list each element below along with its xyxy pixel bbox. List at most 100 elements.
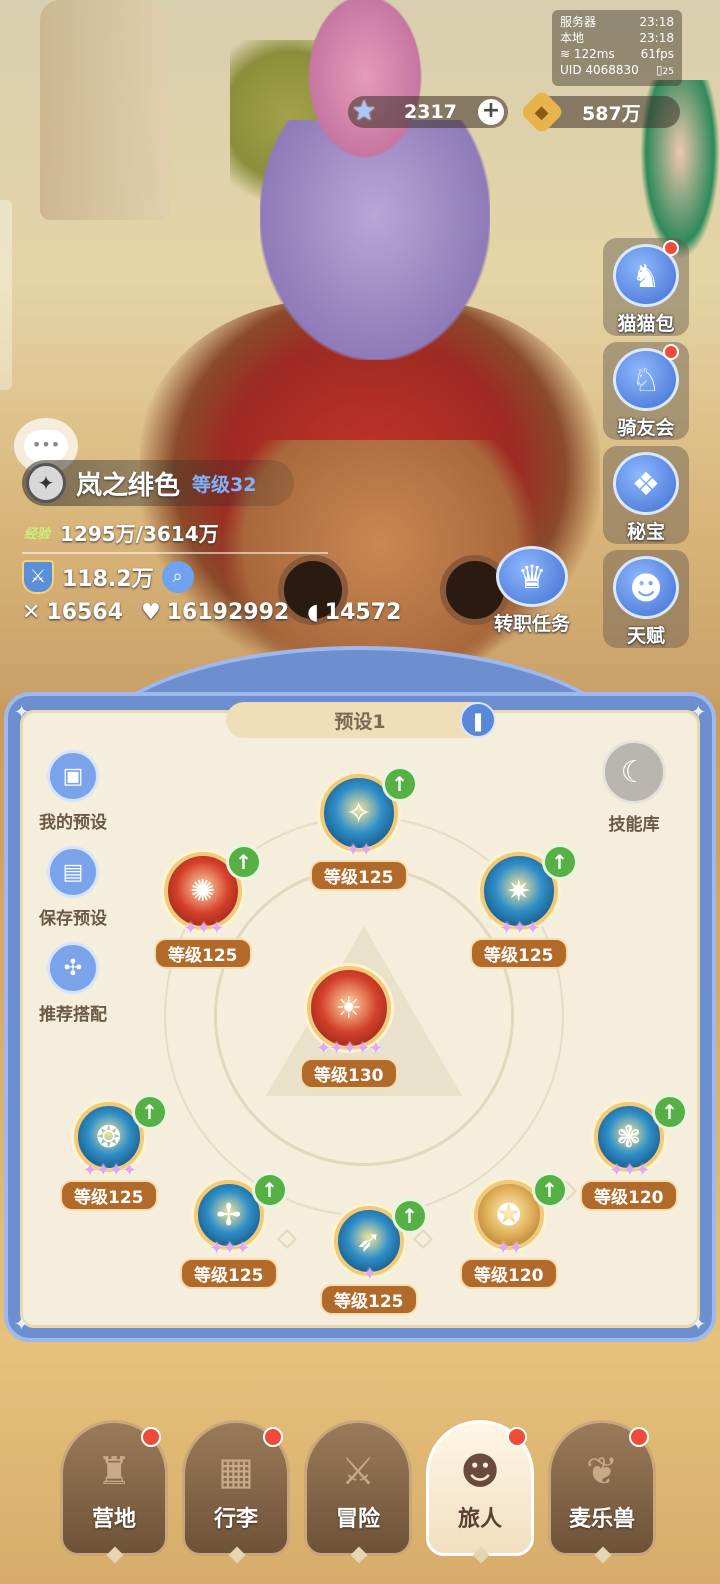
crossed-swords-icon: ⚔ bbox=[340, 1449, 376, 1493]
skill-stars: ✦✦✦ bbox=[209, 1238, 250, 1259]
class-emblem-icon[interactable]: ✦ bbox=[26, 463, 66, 503]
corner-star-icon: ✦ bbox=[690, 702, 706, 723]
skill-stars: ✦✦✦ bbox=[183, 918, 224, 939]
skill-library-button[interactable]: ☾ 技能库 bbox=[594, 740, 674, 835]
skill-slot[interactable]: ❃ ↑ ✦✦✦ 等级120 bbox=[580, 1094, 688, 1211]
skill-level: 等级125 bbox=[470, 938, 568, 969]
nav-label: 冒险 bbox=[335, 1507, 380, 1532]
wifi-icon: ≋ bbox=[560, 47, 571, 61]
upgrade-arrow-icon[interactable]: ↑ bbox=[531, 1172, 568, 1208]
corner-star-icon: ✦ bbox=[14, 702, 30, 723]
notification-dot bbox=[629, 1427, 649, 1447]
skill-stars: ✦✦ bbox=[345, 840, 374, 861]
nav-luggage[interactable]: ▦ 行李 bbox=[182, 1420, 290, 1564]
skill-slot[interactable]: ✧ ↑ ✦✦ 等级125 bbox=[310, 766, 418, 891]
player-level: 等级32 bbox=[192, 473, 257, 496]
local-label: 本地 bbox=[560, 31, 585, 45]
skill-panel: ✦ ✦ ✦ ✦ 预设1 ❚ ▣ 我的预设 ▤ 保存预设 ✣ 推荐搭配 ☾ 技能库… bbox=[4, 646, 716, 1346]
bottom-nav: ♜ 营地 ▦ 行李 ⚔ 冒险 ☻ 旅人 ❦ 麦乐兽 bbox=[0, 1406, 720, 1584]
skill-level: 等级120 bbox=[460, 1258, 558, 1289]
recommend-icon: ✣ bbox=[47, 942, 99, 994]
skill-level: 等级130 bbox=[300, 1058, 398, 1089]
skill-stars: ✦✦ bbox=[495, 1238, 524, 1259]
nav-pets[interactable]: ❦ 麦乐兽 bbox=[548, 1420, 656, 1564]
nav-adventure[interactable]: ⚔ 冒险 bbox=[304, 1420, 412, 1564]
talent-head-icon: ☻ bbox=[613, 556, 679, 619]
skill-level: 等级125 bbox=[310, 860, 408, 891]
skill-slot[interactable]: ✷ ↑ ✦✦✦ 等级125 bbox=[470, 844, 578, 969]
crossed-swords-icon: ✕ bbox=[22, 600, 41, 625]
skill-level: 等级120 bbox=[580, 1180, 678, 1211]
notification-dot bbox=[663, 344, 679, 360]
upgrade-arrow-icon[interactable]: ↑ bbox=[391, 1198, 428, 1234]
uid: UID 4068830 bbox=[560, 63, 639, 77]
upgrade-arrow-icon[interactable]: ↑ bbox=[651, 1094, 688, 1130]
save-preset-label: 保存预设 bbox=[39, 909, 107, 929]
skill-level: 等级125 bbox=[320, 1284, 418, 1315]
job-quest-label: 转职任务 bbox=[493, 613, 570, 635]
star-currency: ★ 2317 + bbox=[348, 94, 508, 128]
skill-slot-core[interactable]: ☀ ✦✦✦✦✦ 等级130 bbox=[300, 966, 398, 1089]
skill-stars: ✦✦✦✦✦ bbox=[316, 1038, 383, 1059]
shield-icon: ◖ bbox=[307, 600, 319, 625]
local-time: 23:18 bbox=[639, 31, 674, 45]
skill-level: 等级125 bbox=[180, 1258, 278, 1289]
preset-selector[interactable]: 预设1 ❚ bbox=[226, 702, 496, 738]
player-name-bar: ✦ 岚之绯色 等级32 bbox=[22, 460, 294, 506]
left-edge-tab[interactable] bbox=[0, 200, 12, 390]
notification-dot bbox=[263, 1427, 283, 1447]
nav-label: 旅人 bbox=[457, 1507, 502, 1532]
add-star-button[interactable]: + bbox=[478, 99, 504, 125]
corner-star-icon: ✦ bbox=[14, 1314, 30, 1335]
nav-traveler[interactable]: ☻ 旅人 bbox=[426, 1420, 534, 1564]
hp-value: 16192992 bbox=[166, 600, 290, 625]
skill-slot[interactable]: ➶ ↑ ✦ 等级125 bbox=[320, 1198, 428, 1315]
exp-row: 经验 1295万/3614万 bbox=[24, 518, 219, 547]
preset-book-icon[interactable]: ❚ bbox=[460, 702, 496, 738]
stats-row: ✕ 16564 ♥ 16192992 ◖ 14572 bbox=[22, 600, 401, 625]
gold-amount: 587万 bbox=[582, 102, 641, 125]
my-preset-label: 我的预设 bbox=[39, 813, 107, 833]
skill-slot[interactable]: ❂ ↑ ✦✦✦✦ 等级125 bbox=[60, 1094, 168, 1211]
heart-icon: ♥ bbox=[140, 600, 161, 625]
skill-slot[interactable]: ✢ ↑ ✦✦✦ 等级125 bbox=[180, 1172, 288, 1289]
star-amount: 2317 bbox=[404, 101, 457, 123]
upgrade-arrow-icon[interactable]: ↑ bbox=[541, 844, 578, 880]
skill-stars: ✦✦✦✦ bbox=[82, 1160, 137, 1181]
ping: ≋ 122ms bbox=[560, 47, 615, 61]
power-value: 118.2万 bbox=[62, 567, 154, 592]
upgrade-arrow-icon[interactable]: ↑ bbox=[131, 1094, 168, 1130]
search-icon[interactable]: ⌕ bbox=[161, 561, 194, 593]
rock-pillar bbox=[40, 0, 170, 220]
side-button-talent[interactable]: ☻ 天赋 bbox=[603, 550, 689, 648]
skill-slot[interactable]: ✺ ↑ ✦✦✦ 等级125 bbox=[154, 844, 262, 969]
side-label: 秘宝 bbox=[626, 521, 665, 543]
system-status: 服务器 23:18 本地 23:18 ≋ 122ms 61fps UID 406883… bbox=[552, 10, 682, 86]
skill-slot[interactable]: ✪ ↑ ✦✦ 等级120 bbox=[460, 1172, 568, 1289]
my-preset-button[interactable]: ▣ 我的预设 bbox=[28, 750, 118, 833]
recommend-button[interactable]: ✣ 推荐搭配 bbox=[28, 942, 118, 1025]
side-button-rider-club[interactable]: ♘ 骑友会 bbox=[603, 342, 689, 440]
notification-dot bbox=[663, 240, 679, 256]
side-button-treasure[interactable]: ❖ 秘宝 bbox=[603, 446, 689, 544]
skill-stars: ✦✦✦ bbox=[609, 1160, 650, 1181]
skill-stars: ✦✦✦ bbox=[499, 918, 540, 939]
side-label: 猫猫包 bbox=[617, 313, 675, 335]
notification-dot bbox=[141, 1427, 161, 1447]
recommend-label: 推荐搭配 bbox=[39, 1005, 107, 1025]
job-quest-button[interactable]: ♛ 转职任务 bbox=[484, 546, 580, 636]
side-label: 天赋 bbox=[626, 625, 665, 647]
skill-library-label: 技能库 bbox=[608, 815, 660, 835]
player-character-head bbox=[300, 0, 430, 170]
save-preset-button[interactable]: ▤ 保存预设 bbox=[28, 846, 118, 929]
job-crown-icon: ♛ bbox=[496, 546, 568, 607]
castle-icon: ♜ bbox=[96, 1449, 132, 1493]
upgrade-arrow-icon[interactable]: ↑ bbox=[251, 1172, 288, 1208]
upgrade-arrow-icon[interactable]: ↑ bbox=[225, 844, 262, 880]
nav-camp[interactable]: ♜ 营地 bbox=[60, 1420, 168, 1564]
upgrade-arrow-icon[interactable]: ↑ bbox=[381, 766, 418, 802]
nav-label: 营地 bbox=[91, 1507, 136, 1532]
exp-tag: 经验 bbox=[24, 527, 51, 542]
side-label: 骑友会 bbox=[617, 417, 675, 439]
side-button-cat-bag[interactable]: ♞ 猫猫包 bbox=[603, 238, 689, 336]
